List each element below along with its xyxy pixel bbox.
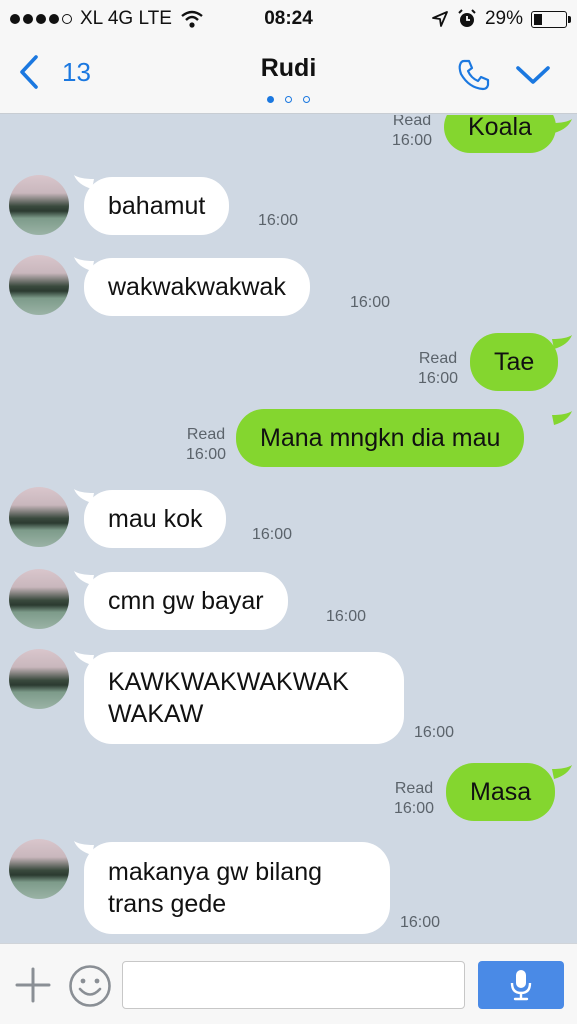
smiley-icon[interactable] [68,964,112,1008]
composer-bar [0,943,577,1024]
location-arrow-icon [432,11,448,27]
avatar[interactable] [9,175,69,235]
chevron-down-icon[interactable] [515,64,551,86]
message-bubble[interactable]: Masa [446,763,556,821]
phone-icon[interactable] [457,58,491,92]
read-receipt: Read 16:00 [417,350,459,387]
alarm-icon [458,9,476,27]
battery-percent: 29% [484,8,523,29]
conversation-header: 13 Rudi [0,38,577,114]
message-bubble[interactable]: cmn gw bayar [84,572,288,630]
avatar[interactable] [9,255,69,315]
message-time: 16:00 [251,526,293,543]
message-time: 16:00 [413,724,455,741]
message-list[interactable]: Read 16:00 Koala bahamut 16:00 wakwakwakw… [0,115,577,943]
page-dot [285,96,292,103]
read-receipt: Read 16:00 [391,115,433,149]
message-incoming: cmn gw bayar 16:00 [0,567,577,637]
status-bar: XL 4G LTE 08:24 29% [0,0,577,38]
avatar[interactable] [9,839,69,899]
avatar[interactable] [9,569,69,629]
avatar[interactable] [9,649,69,709]
message-bubble[interactable]: KAWKWAKWAKWAK WAKAW [84,652,404,744]
message-incoming: mau kok 16:00 [0,485,577,555]
message-time: 16:00 [349,294,391,311]
message-time: 16:00 [399,914,441,931]
message-bubble[interactable]: Koala [444,115,556,153]
message-time: 16:00 [325,608,367,625]
page-dot [267,96,274,103]
message-input[interactable] [122,961,465,1009]
message-incoming: KAWKWAKWAKWAK WAKAW 16:00 [0,647,577,747]
message-outgoing: Read 16:00 Tae [0,333,577,395]
message-bubble[interactable]: mau kok [84,490,227,548]
message-outgoing: Read 16:00 Mana mngkn dia mau [0,409,577,471]
message-outgoing: Read 16:00 Koala [0,115,577,155]
message-bubble[interactable]: makanya gw bilang trans gede [84,842,390,934]
read-receipt: Read 16:00 [185,426,227,463]
message-time: 16:00 [257,212,299,229]
battery-icon [531,10,571,28]
message-bubble[interactable]: Tae [470,333,559,391]
page-dot [303,96,310,103]
message-outgoing: Read 16:00 Masa [0,763,577,825]
voice-message-button[interactable] [478,961,564,1009]
status-right: 29% [431,8,571,30]
page-indicator [0,96,577,103]
message-incoming: wakwakwakwak 16:00 [0,253,577,323]
message-incoming: makanya gw bilang trans gede 16:00 [0,837,577,937]
microphone-icon [510,970,532,1001]
message-bubble[interactable]: Mana mngkn dia mau [236,409,525,467]
message-incoming: bahamut 16:00 [0,171,577,241]
avatar[interactable] [9,487,69,547]
plus-icon[interactable] [14,966,52,1004]
message-bubble[interactable]: wakwakwakwak [84,258,310,316]
message-bubble[interactable]: bahamut [84,177,230,235]
read-receipt: Read 16:00 [393,780,435,817]
